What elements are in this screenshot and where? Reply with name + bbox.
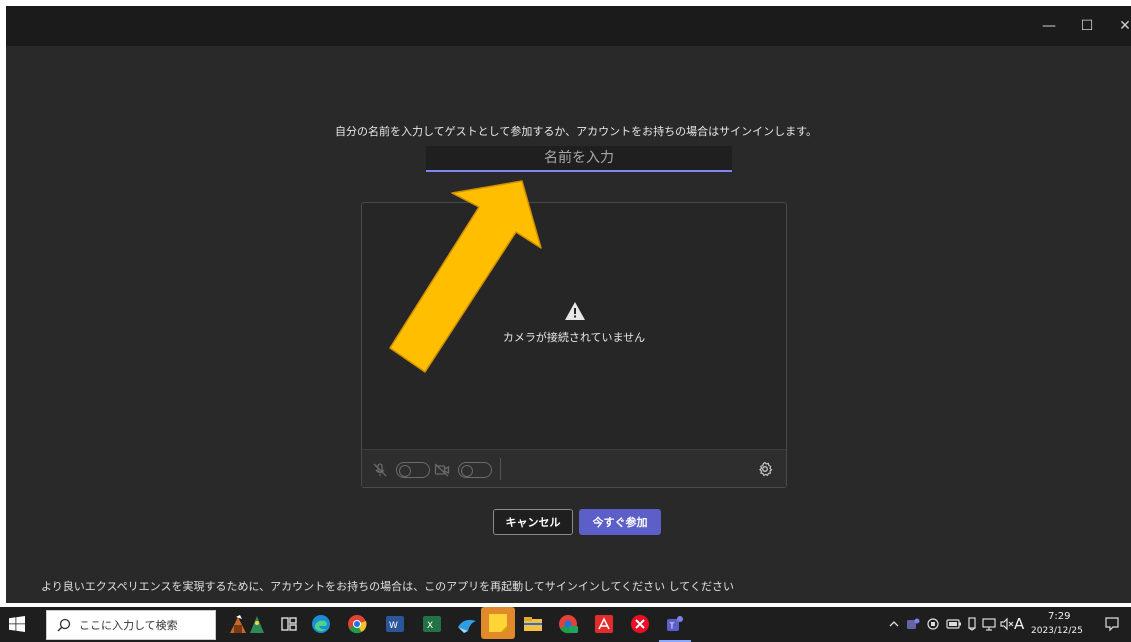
close-button[interactable]: ✕ (1105, 6, 1131, 46)
minimize-button[interactable]: — (1029, 6, 1069, 46)
maximize-button[interactable]: ☐ (1067, 6, 1107, 46)
svg-text:X: X (427, 621, 433, 631)
svg-text:T: T (669, 622, 675, 631)
sticky-notes-icon[interactable] (481, 607, 515, 639)
gear-icon[interactable] (757, 461, 773, 477)
meet-tray-icon[interactable] (926, 617, 940, 631)
warning-icon (565, 302, 585, 320)
controls-divider (500, 458, 501, 480)
network-app-icon[interactable] (456, 613, 478, 635)
teams-window: — ☐ ✕ 自分の名前を入力してゲストとして参加するか、アカウントをお持ちの場合… (6, 6, 1131, 603)
file-explorer-icon[interactable] (522, 613, 544, 635)
join-now-button[interactable]: 今すぐ参加 (579, 509, 661, 535)
svg-text:W: W (389, 621, 398, 631)
teams-tray-icon[interactable] (906, 617, 920, 631)
restart-signin-message: より良いエクスペリエンスを実現するために、アカウントをお持ちの場合は、このアプリ… (41, 580, 734, 593)
search-icon (57, 618, 71, 632)
notification-icon[interactable] (1104, 616, 1120, 632)
search-placeholder: ここに入力して検索 (79, 619, 178, 632)
chrome-profile-icon[interactable] (557, 613, 579, 635)
pen-tray-icon[interactable] (966, 617, 978, 631)
word-icon[interactable]: W (384, 613, 406, 635)
device-controls-bar (362, 449, 786, 487)
windows-start-icon[interactable] (9, 616, 25, 632)
camera-preview: カメラが接続されていません (361, 202, 787, 488)
name-input[interactable] (426, 146, 732, 172)
clock-time[interactable]: 7:29 (1048, 611, 1070, 622)
windows-taskbar: ここに入力して検索 W X T A 7:29 2023/12/25 (0, 607, 1131, 642)
battery-icon[interactable] (946, 618, 962, 630)
edge-icon[interactable] (310, 613, 332, 635)
speaker-muted-icon[interactable] (1000, 617, 1014, 631)
holiday-widget-icon[interactable] (228, 613, 270, 635)
camera-toggle[interactable] (458, 462, 492, 478)
task-view-icon[interactable] (278, 613, 300, 635)
taskbar-search-box[interactable]: ここに入力して検索 (46, 610, 216, 640)
chevron-up-icon[interactable] (888, 618, 900, 630)
title-bar: — ☐ ✕ (6, 6, 1131, 46)
clock-date[interactable]: 2023/12/25 (1031, 626, 1083, 636)
acrobat-icon[interactable] (593, 613, 615, 635)
excel-icon[interactable]: X (421, 613, 443, 635)
cancel-button[interactable]: キャンセル (493, 509, 573, 535)
network-icon[interactable] (982, 617, 998, 631)
guest-join-prompt: 自分の名前を入力してゲストとして参加するか、アカウントをお持ちの場合はサインイン… (334, 125, 818, 138)
error-app-icon[interactable] (629, 613, 651, 635)
mic-off-icon (373, 463, 387, 477)
mic-toggle[interactable] (396, 462, 430, 478)
camera-off-icon (434, 463, 450, 477)
chrome-icon[interactable] (346, 613, 368, 635)
ime-indicator[interactable]: A (1014, 615, 1024, 633)
teams-icon[interactable]: T (664, 613, 686, 635)
camera-status-message: カメラが接続されていません (502, 331, 646, 344)
